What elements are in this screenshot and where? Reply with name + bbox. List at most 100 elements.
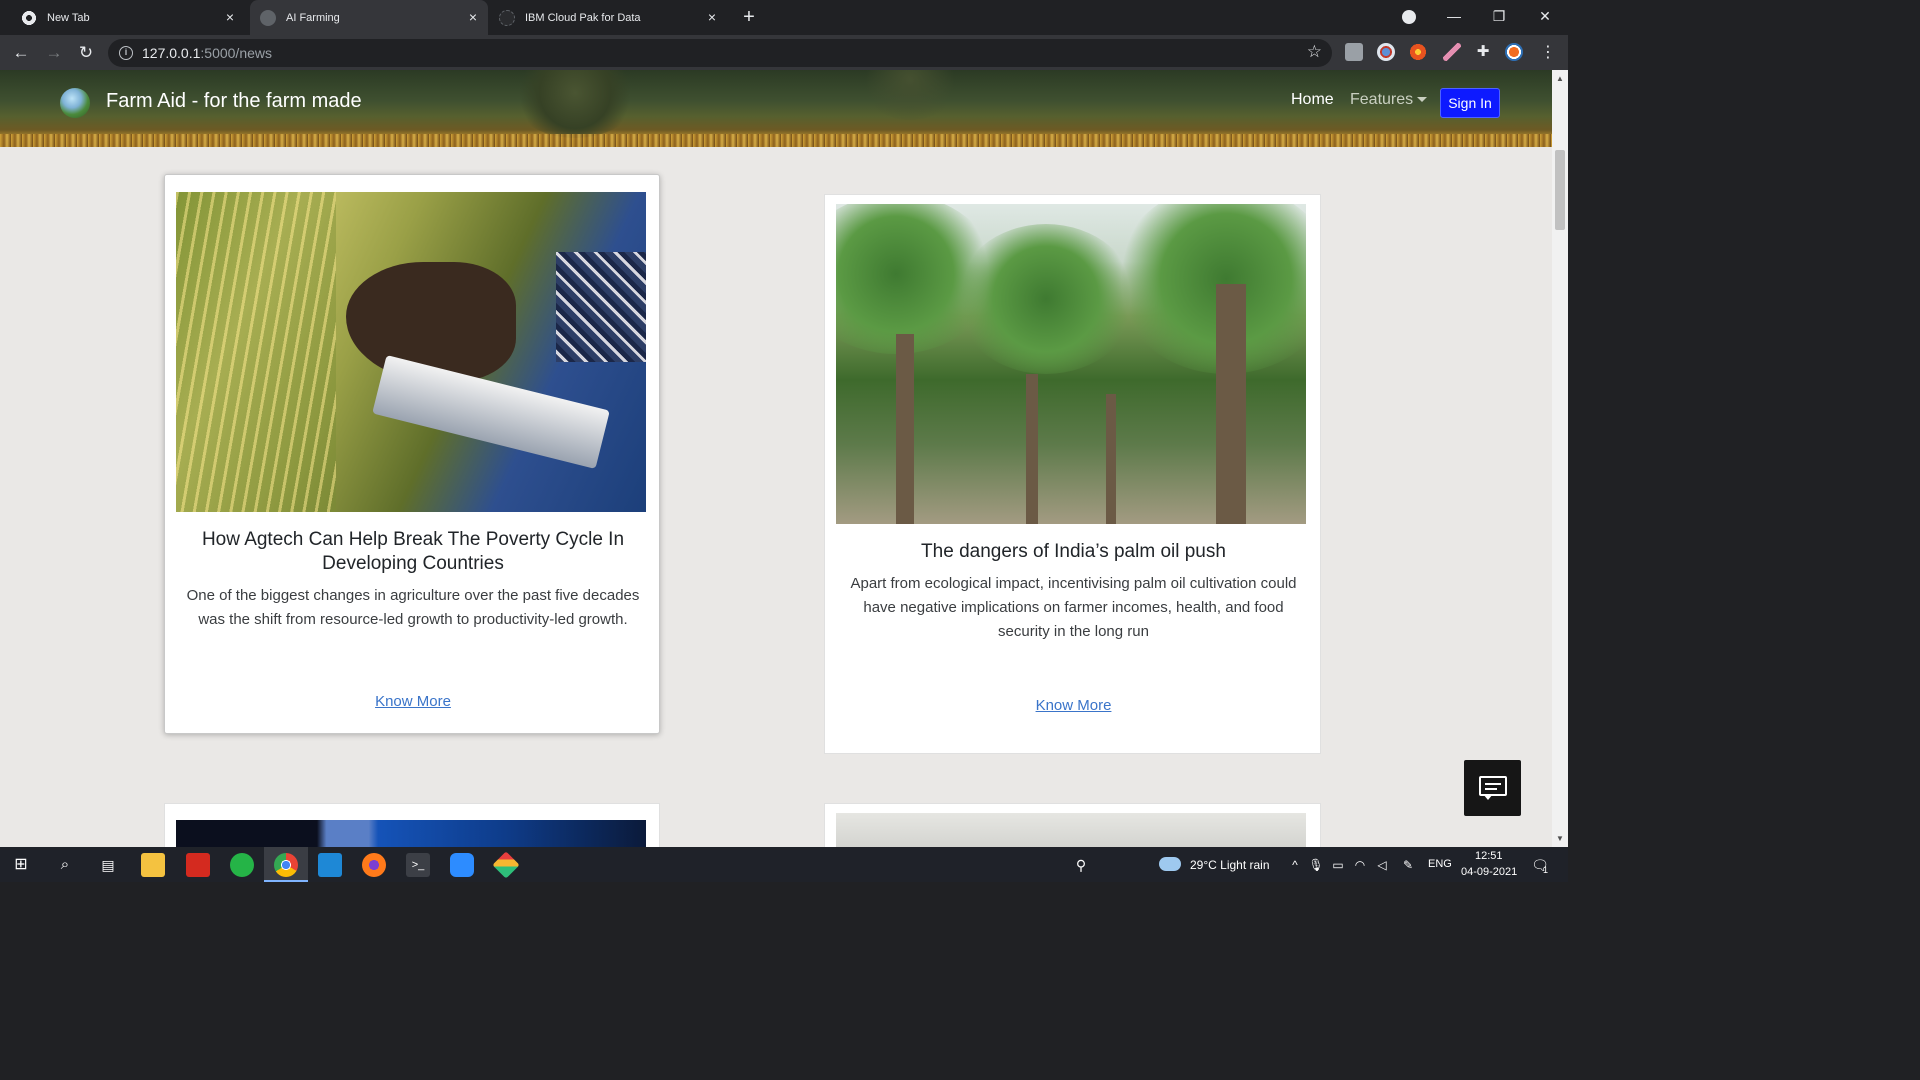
nav-features-dropdown[interactable]: Features: [1350, 91, 1428, 109]
rice-stalks-shape: [176, 192, 336, 512]
reload-icon[interactable]: ↻: [74, 41, 98, 65]
battery-icon[interactable]: ▭: [1326, 853, 1350, 877]
whatsapp-icon[interactable]: [230, 853, 254, 877]
notification-count: 1: [1543, 865, 1549, 875]
close-icon[interactable]: ×: [705, 10, 719, 24]
extension-icon[interactable]: [1409, 43, 1427, 61]
extension-icon[interactable]: [1443, 43, 1461, 61]
hand-shape: [346, 262, 516, 382]
navbar-background-shape: [860, 70, 960, 120]
weather-text[interactable]: 29°C Light rain: [1190, 858, 1270, 872]
news-card: [164, 803, 660, 847]
chrome-icon[interactable]: [274, 853, 298, 877]
menu-dots-icon[interactable]: ⋮: [1536, 41, 1560, 65]
tab-ibm-cloud-pak[interactable]: IBM Cloud Pak for Data ×: [490, 0, 727, 35]
windows-start-icon[interactable]: ⊞: [9, 853, 33, 877]
minimize-button[interactable]: —: [1439, 4, 1469, 28]
news-card: The dangers of India’s palm oil push Apa…: [824, 194, 1321, 754]
microphone-icon[interactable]: 🎙: [1304, 853, 1328, 877]
back-icon[interactable]: ←: [9, 41, 33, 65]
puzzle-icon[interactable]: ✚: [1474, 43, 1492, 61]
file-explorer-icon[interactable]: [141, 853, 165, 877]
clock-time[interactable]: 12:51: [1475, 850, 1503, 862]
vscode-icon[interactable]: [318, 853, 342, 877]
url-path: :5000/news: [200, 45, 272, 61]
navbar-grain-band: [0, 134, 1552, 147]
caret-down-icon: [1417, 97, 1428, 103]
wifi-icon[interactable]: ◠: [1348, 853, 1372, 877]
browser-toolbar: ← → ↻ i 127.0.0.1:5000/news ☆ ✚ ⋮: [0, 35, 1568, 70]
plaid-sleeve-shape: [556, 252, 646, 362]
info-icon[interactable]: i: [119, 46, 133, 60]
chat-line: [1485, 783, 1501, 785]
tab-title: New Tab: [47, 11, 90, 24]
article-image-palm-plantation: [836, 204, 1306, 524]
sign-in-button[interactable]: Sign In: [1440, 88, 1500, 118]
url-text[interactable]: 127.0.0.1:5000/news: [142, 45, 272, 61]
avatar[interactable]: [1505, 43, 1523, 61]
firefox-icon[interactable]: [362, 853, 386, 877]
tab-search-icon[interactable]: [1394, 4, 1424, 28]
language-indicator[interactable]: ENG: [1428, 858, 1452, 870]
cloud-rain-icon[interactable]: [1159, 857, 1181, 871]
know-more-link[interactable]: Know More: [165, 693, 661, 710]
windows-taskbar: ⊞ ⌕ ▤ >_ ⚲ 29°C Light rain ^ 🎙 ▭ ◠ ◁ ✎ E…: [0, 847, 1568, 882]
brand-title[interactable]: Farm Aid - for the farm made: [106, 90, 362, 113]
extension-icon[interactable]: [1345, 43, 1363, 61]
globe-icon: [260, 9, 276, 26]
know-more-link[interactable]: Know More: [825, 697, 1322, 714]
terminal-icon[interactable]: >_: [406, 853, 430, 877]
article-summary: One of the biggest changes in agricultur…: [186, 587, 640, 628]
article-image-farmer-rice: [176, 192, 646, 512]
loading-icon: [499, 9, 515, 26]
url-host: 127.0.0.1: [142, 45, 201, 61]
palm-trunk-shape: [1106, 394, 1116, 524]
tab-title: IBM Cloud Pak for Data: [525, 11, 641, 24]
nav-features-label: Features: [1350, 91, 1414, 108]
restore-button[interactable]: ❐: [1484, 4, 1514, 28]
address-bar[interactable]: i 127.0.0.1:5000/news ☆: [108, 39, 1332, 67]
page-viewport: Farm Aid - for the farm made Home Featur…: [0, 70, 1552, 847]
active-indicator: [264, 880, 308, 882]
article-image: [176, 820, 646, 847]
bookmark-star-icon[interactable]: ☆: [1307, 42, 1322, 62]
task-view-icon[interactable]: ▤: [96, 853, 120, 877]
nav-home-link[interactable]: Home: [1291, 91, 1334, 109]
chat-button[interactable]: [1464, 760, 1521, 816]
people-icon[interactable]: ⚲: [1069, 853, 1093, 877]
scrollbar-thumb[interactable]: [1555, 150, 1565, 230]
navbar-background-shape: [510, 70, 640, 138]
pen-icon[interactable]: ✎: [1396, 853, 1420, 877]
scroll-down-icon[interactable]: ▼: [1556, 834, 1564, 843]
tab-new-tab[interactable]: New Tab ×: [12, 0, 245, 35]
search-icon[interactable]: ⌕: [53, 853, 77, 877]
page-scrollbar[interactable]: ▲ ▼: [1552, 70, 1568, 847]
palm-trunk-shape: [896, 334, 914, 524]
tab-ai-farming[interactable]: AI Farming ×: [250, 0, 488, 35]
article-summary: Apart from ecological impact, incentivis…: [850, 575, 1297, 640]
article-title: How Agtech Can Help Break The Poverty Cy…: [201, 529, 625, 574]
palm-trunk-shape: [1216, 284, 1246, 524]
notification-icon[interactable]: 🗨: [1528, 853, 1552, 877]
farm-logo-icon[interactable]: [60, 88, 90, 118]
tab-strip: New Tab × AI Farming × IBM Cloud Pak for…: [0, 0, 1568, 35]
zoom-icon[interactable]: [450, 853, 474, 877]
chat-tail: [1483, 794, 1493, 800]
clock-date[interactable]: 04-09-2021: [1461, 866, 1517, 878]
close-window-button[interactable]: ✕: [1530, 4, 1560, 28]
palm-frond-shape: [1116, 204, 1306, 374]
screen: New Tab × AI Farming × IBM Cloud Pak for…: [0, 0, 1568, 882]
forward-icon[interactable]: →: [42, 41, 66, 65]
extension-icon[interactable]: [1377, 43, 1395, 61]
git-kraken-icon[interactable]: [492, 851, 520, 879]
scroll-up-icon[interactable]: ▲: [1556, 74, 1564, 83]
site-navbar: Farm Aid - for the farm made Home Featur…: [0, 70, 1552, 147]
volume-icon[interactable]: ◁: [1370, 853, 1394, 877]
palm-frond-shape: [956, 224, 1136, 374]
chat-icon: [1479, 776, 1507, 796]
close-icon[interactable]: ×: [466, 10, 480, 24]
acrobat-icon[interactable]: [186, 853, 210, 877]
new-tab-button[interactable]: +: [739, 6, 759, 28]
article-title: The dangers of India’s palm oil push: [921, 541, 1226, 562]
close-icon[interactable]: ×: [223, 10, 237, 24]
